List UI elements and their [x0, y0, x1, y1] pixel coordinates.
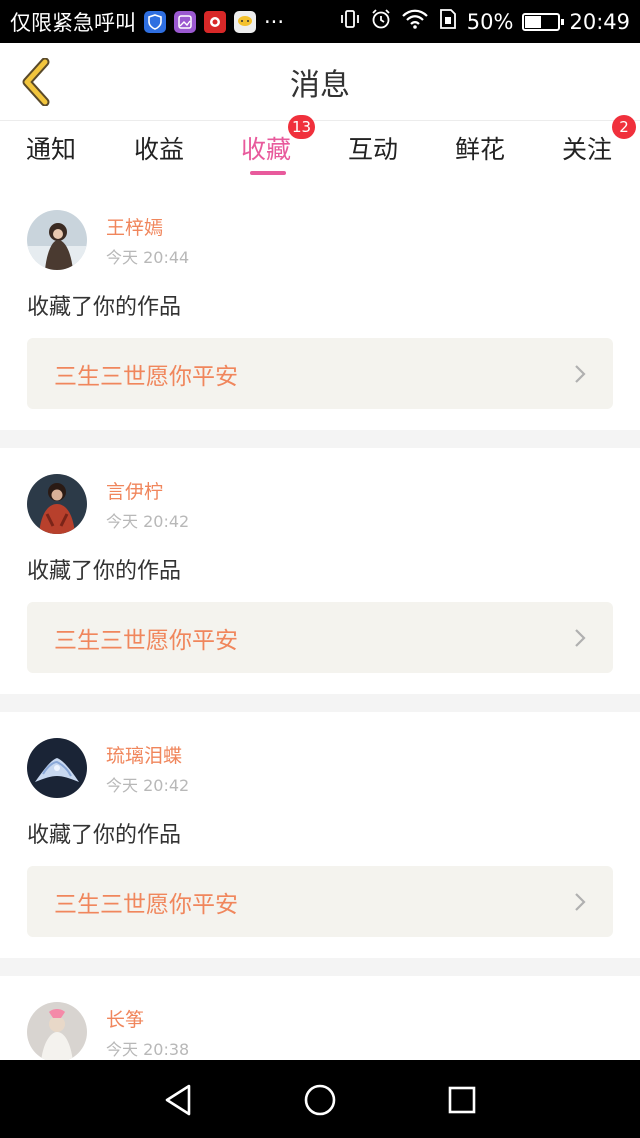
work-title: 三生三世愿你平安	[54, 627, 238, 654]
message-card: 长筝 今天 20:38	[0, 986, 640, 1060]
work-title: 三生三世愿你平安	[54, 363, 238, 390]
message-card: 王梓嫣 今天 20:44 收藏了你的作品 三生三世愿你平安	[0, 194, 640, 440]
chevron-right-icon	[575, 365, 586, 383]
message-text: 收藏了你的作品	[27, 559, 182, 584]
message-time: 今天 20:42	[106, 776, 190, 795]
tab-flowers[interactable]: 鲜花	[455, 130, 505, 166]
battery-icon	[522, 12, 565, 31]
header-bar: 消息	[0, 43, 640, 121]
back-button[interactable]	[14, 57, 58, 107]
vibrate-icon	[339, 8, 361, 35]
follows-badge: 2	[612, 115, 636, 139]
card-divider	[0, 694, 640, 712]
carrier-text: 仅限紧急呼叫	[10, 10, 136, 35]
tab-earnings[interactable]: 收益	[134, 130, 184, 166]
message-time: 今天 20:44	[106, 248, 190, 267]
tab-favorites[interactable]: 收藏	[241, 130, 291, 166]
message-text: 收藏了你的作品	[27, 823, 182, 848]
user-name[interactable]: 琉璃泪蝶	[106, 741, 182, 768]
chevron-left-icon	[22, 58, 50, 106]
work-link[interactable]: 三生三世愿你平安	[27, 338, 613, 409]
card-divider	[0, 958, 640, 976]
chevron-right-icon	[575, 893, 586, 911]
page-title: 消息	[290, 67, 350, 103]
user-name[interactable]: 王梓嫣	[106, 213, 163, 240]
alarm-icon	[370, 8, 392, 35]
shield-app-icon	[144, 10, 166, 33]
chat-app-icon	[234, 10, 256, 33]
system-nav-bar	[0, 1060, 640, 1138]
tab-bar: 通知 收益 收藏 13 互动 鲜花 关注 2	[0, 115, 640, 184]
avatar[interactable]	[27, 210, 87, 270]
work-link[interactable]: 三生三世愿你平安	[27, 866, 613, 937]
message-time: 今天 20:42	[106, 512, 190, 531]
gallery-app-icon	[174, 10, 196, 33]
tab-notifications[interactable]: 通知	[26, 130, 76, 166]
avatar[interactable]	[27, 1002, 87, 1060]
user-name[interactable]: 言伊柠	[106, 477, 163, 504]
message-text: 收藏了你的作品	[27, 295, 182, 320]
user-name[interactable]: 长筝	[106, 1005, 144, 1032]
clock-time: 20:49	[569, 9, 630, 34]
tab-interactions[interactable]: 互动	[348, 130, 398, 166]
work-link[interactable]: 三生三世愿你平安	[27, 602, 613, 673]
more-notifications: ···	[264, 9, 285, 34]
avatar[interactable]	[27, 738, 87, 798]
tab-follows[interactable]: 关注	[562, 130, 612, 166]
active-tab-indicator	[250, 171, 286, 175]
chevron-right-icon	[575, 629, 586, 647]
card-divider	[0, 430, 640, 448]
back-triangle-icon[interactable]	[158, 1080, 198, 1120]
news-app-icon	[204, 10, 226, 33]
message-card: 琉璃泪蝶 今天 20:42 收藏了你的作品 三生三世愿你平安	[0, 722, 640, 968]
message-time: 今天 20:38	[106, 1040, 190, 1059]
recents-square-icon[interactable]	[442, 1080, 482, 1120]
message-card: 言伊柠 今天 20:42 收藏了你的作品 三生三世愿你平安	[0, 458, 640, 704]
sim-icon	[438, 8, 458, 35]
wifi-icon	[401, 8, 429, 35]
status-bar: 仅限紧急呼叫 ··· 50% 20:49	[0, 0, 640, 43]
battery-percent: 50%	[466, 9, 514, 34]
work-title: 三生三世愿你平安	[54, 891, 238, 918]
favorites-badge: 13	[288, 115, 316, 139]
avatar[interactable]	[27, 474, 87, 534]
home-circle-icon[interactable]	[300, 1080, 340, 1120]
